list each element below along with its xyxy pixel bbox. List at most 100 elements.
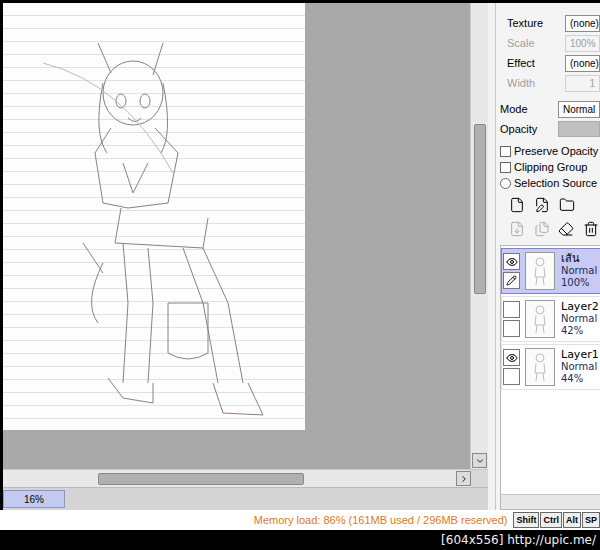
layer-thumbnail bbox=[525, 300, 555, 338]
canvas-row bbox=[3, 3, 488, 469]
visibility-toggle[interactable] bbox=[503, 301, 520, 318]
folder-icon bbox=[559, 197, 575, 213]
opacity-fill bbox=[559, 122, 599, 136]
property-label: Texture bbox=[500, 17, 565, 29]
visibility-toggle[interactable] bbox=[503, 349, 520, 366]
new-layer-button[interactable] bbox=[508, 196, 526, 214]
brush-property: Effect(none) bbox=[500, 53, 600, 73]
new-folder-button[interactable] bbox=[558, 196, 576, 214]
property-dropdown[interactable]: (none) bbox=[565, 15, 600, 32]
edit-toggle[interactable] bbox=[503, 368, 520, 385]
layer-name: Layer2 bbox=[561, 301, 600, 313]
transfer-down-icon bbox=[509, 221, 525, 237]
new-linework-button[interactable] bbox=[533, 196, 551, 214]
status-bar: Memory load: 86% (161MB used / 296MB res… bbox=[0, 510, 600, 530]
modifier-key: Alt bbox=[563, 512, 581, 528]
trash-icon bbox=[583, 221, 599, 237]
sai-window: 16%Texture(none)Scale100%Effect(none)Wid… bbox=[0, 0, 600, 550]
layer-name: เส้น bbox=[561, 253, 600, 265]
property-label: Scale bbox=[500, 37, 565, 49]
paper bbox=[3, 3, 305, 430]
arrow-down-icon bbox=[475, 456, 485, 466]
vertical-scrollbar[interactable] bbox=[470, 3, 488, 469]
watermark: [604x556] http://upic.me/ bbox=[441, 533, 596, 547]
property-field: 1 bbox=[565, 75, 600, 92]
modifier-key: Shift bbox=[513, 512, 539, 528]
eye-icon bbox=[506, 256, 518, 268]
opacity-row: Opacity bbox=[500, 119, 600, 139]
layer-switches bbox=[503, 349, 523, 385]
clear-layer-button[interactable] bbox=[558, 220, 576, 238]
horizontal-scroll-track[interactable] bbox=[3, 470, 456, 487]
layer-toolbar bbox=[500, 191, 600, 215]
modifier-key: SP bbox=[582, 512, 600, 528]
canvas-column: 16% bbox=[3, 3, 488, 510]
layer-info: เส้นNormal100% bbox=[561, 253, 600, 289]
panel-splitter[interactable] bbox=[488, 3, 496, 510]
canvas[interactable] bbox=[3, 3, 470, 469]
layer-info: Layer1Normal44% bbox=[561, 349, 600, 385]
layer-list: เส้นNormal100%Layer2Normal42%Layer1Norma… bbox=[500, 245, 600, 510]
property-dropdown[interactable]: (none) bbox=[565, 55, 600, 72]
new-linework-icon bbox=[534, 197, 550, 213]
eraser-icon bbox=[558, 221, 574, 237]
layer-items: เส้นNormal100%Layer2Normal42%Layer1Norma… bbox=[501, 246, 600, 494]
layer-mode: Normal bbox=[561, 313, 600, 325]
layer-mode: Normal bbox=[561, 361, 600, 373]
scroll-right-button[interactable] bbox=[456, 471, 471, 486]
checkbox-option[interactable]: Preserve Opacity bbox=[500, 143, 600, 159]
opacity-slider[interactable] bbox=[558, 121, 600, 137]
layer-thumbnail bbox=[525, 252, 555, 290]
brush-property: Texture(none) bbox=[500, 13, 600, 33]
arrow-right-icon bbox=[459, 474, 469, 484]
layer-thumbnail-icon bbox=[530, 303, 550, 335]
zoom-bar: 16% bbox=[3, 487, 488, 510]
sketch-drawing-icon bbox=[3, 3, 305, 430]
modifier-key: Ctrl bbox=[540, 512, 562, 528]
visibility-toggle[interactable] bbox=[503, 253, 520, 270]
property-label: Width bbox=[500, 77, 565, 89]
layer-row[interactable]: Layer1Normal44% bbox=[501, 344, 600, 390]
layer-options: Preserve OpacityClipping GroupSelection … bbox=[500, 143, 600, 191]
brush-property: Width1 bbox=[500, 73, 600, 93]
property-field: 100% bbox=[565, 35, 600, 52]
layer-panel: Texture(none)Scale100%Effect(none)Width1… bbox=[496, 3, 600, 510]
pencil-icon bbox=[506, 275, 517, 286]
checkbox-option[interactable]: Clipping Group bbox=[500, 159, 600, 175]
checkbox-mark[interactable] bbox=[500, 146, 511, 157]
brush-property: Scale100% bbox=[500, 33, 600, 53]
layer-opacity: 42% bbox=[561, 325, 600, 337]
watermark-bar: [604x556] http://upic.me/ bbox=[0, 530, 600, 550]
layer-thumbnail bbox=[525, 348, 555, 386]
edit-toggle[interactable] bbox=[503, 272, 520, 289]
property-label: Effect bbox=[500, 57, 565, 69]
layer-mode: Normal bbox=[561, 265, 600, 277]
radio-option[interactable]: Selection Source bbox=[500, 175, 600, 191]
memory-load: Memory load: 86% (161MB used / 296MB res… bbox=[3, 514, 513, 526]
layer-toolbar-2 bbox=[500, 215, 600, 239]
scroll-down-button[interactable] bbox=[472, 453, 487, 468]
layer-opacity: 44% bbox=[561, 373, 600, 385]
layer-switches bbox=[503, 301, 523, 337]
scroll-corner bbox=[471, 470, 488, 487]
mode-row: ModeNormal bbox=[500, 99, 600, 119]
layer-name: Layer1 bbox=[561, 349, 600, 361]
layer-thumbnail-icon bbox=[530, 351, 550, 383]
layer-row[interactable]: Layer2Normal42% bbox=[501, 296, 600, 342]
radio-mark[interactable] bbox=[500, 178, 511, 189]
new-layer-icon bbox=[509, 197, 525, 213]
checkbox-mark[interactable] bbox=[500, 162, 511, 173]
merge-down-button[interactable] bbox=[533, 220, 551, 238]
layer-row[interactable]: เส้นNormal100% bbox=[501, 248, 600, 294]
delete-layer-button[interactable] bbox=[582, 220, 600, 238]
horizontal-scroll-thumb[interactable] bbox=[98, 473, 304, 485]
horizontal-scrollbar[interactable] bbox=[3, 469, 488, 487]
mode-dropdown[interactable]: Normal bbox=[558, 101, 600, 118]
zoom-field[interactable]: 16% bbox=[3, 490, 65, 508]
layer-opacity: 100% bbox=[561, 277, 600, 289]
vertical-scroll-thumb[interactable] bbox=[474, 124, 486, 294]
edit-toggle[interactable] bbox=[503, 320, 520, 337]
layer-switches bbox=[503, 253, 523, 289]
transfer-down-button[interactable] bbox=[508, 220, 526, 238]
layer-list-scrollbar[interactable] bbox=[501, 494, 600, 509]
